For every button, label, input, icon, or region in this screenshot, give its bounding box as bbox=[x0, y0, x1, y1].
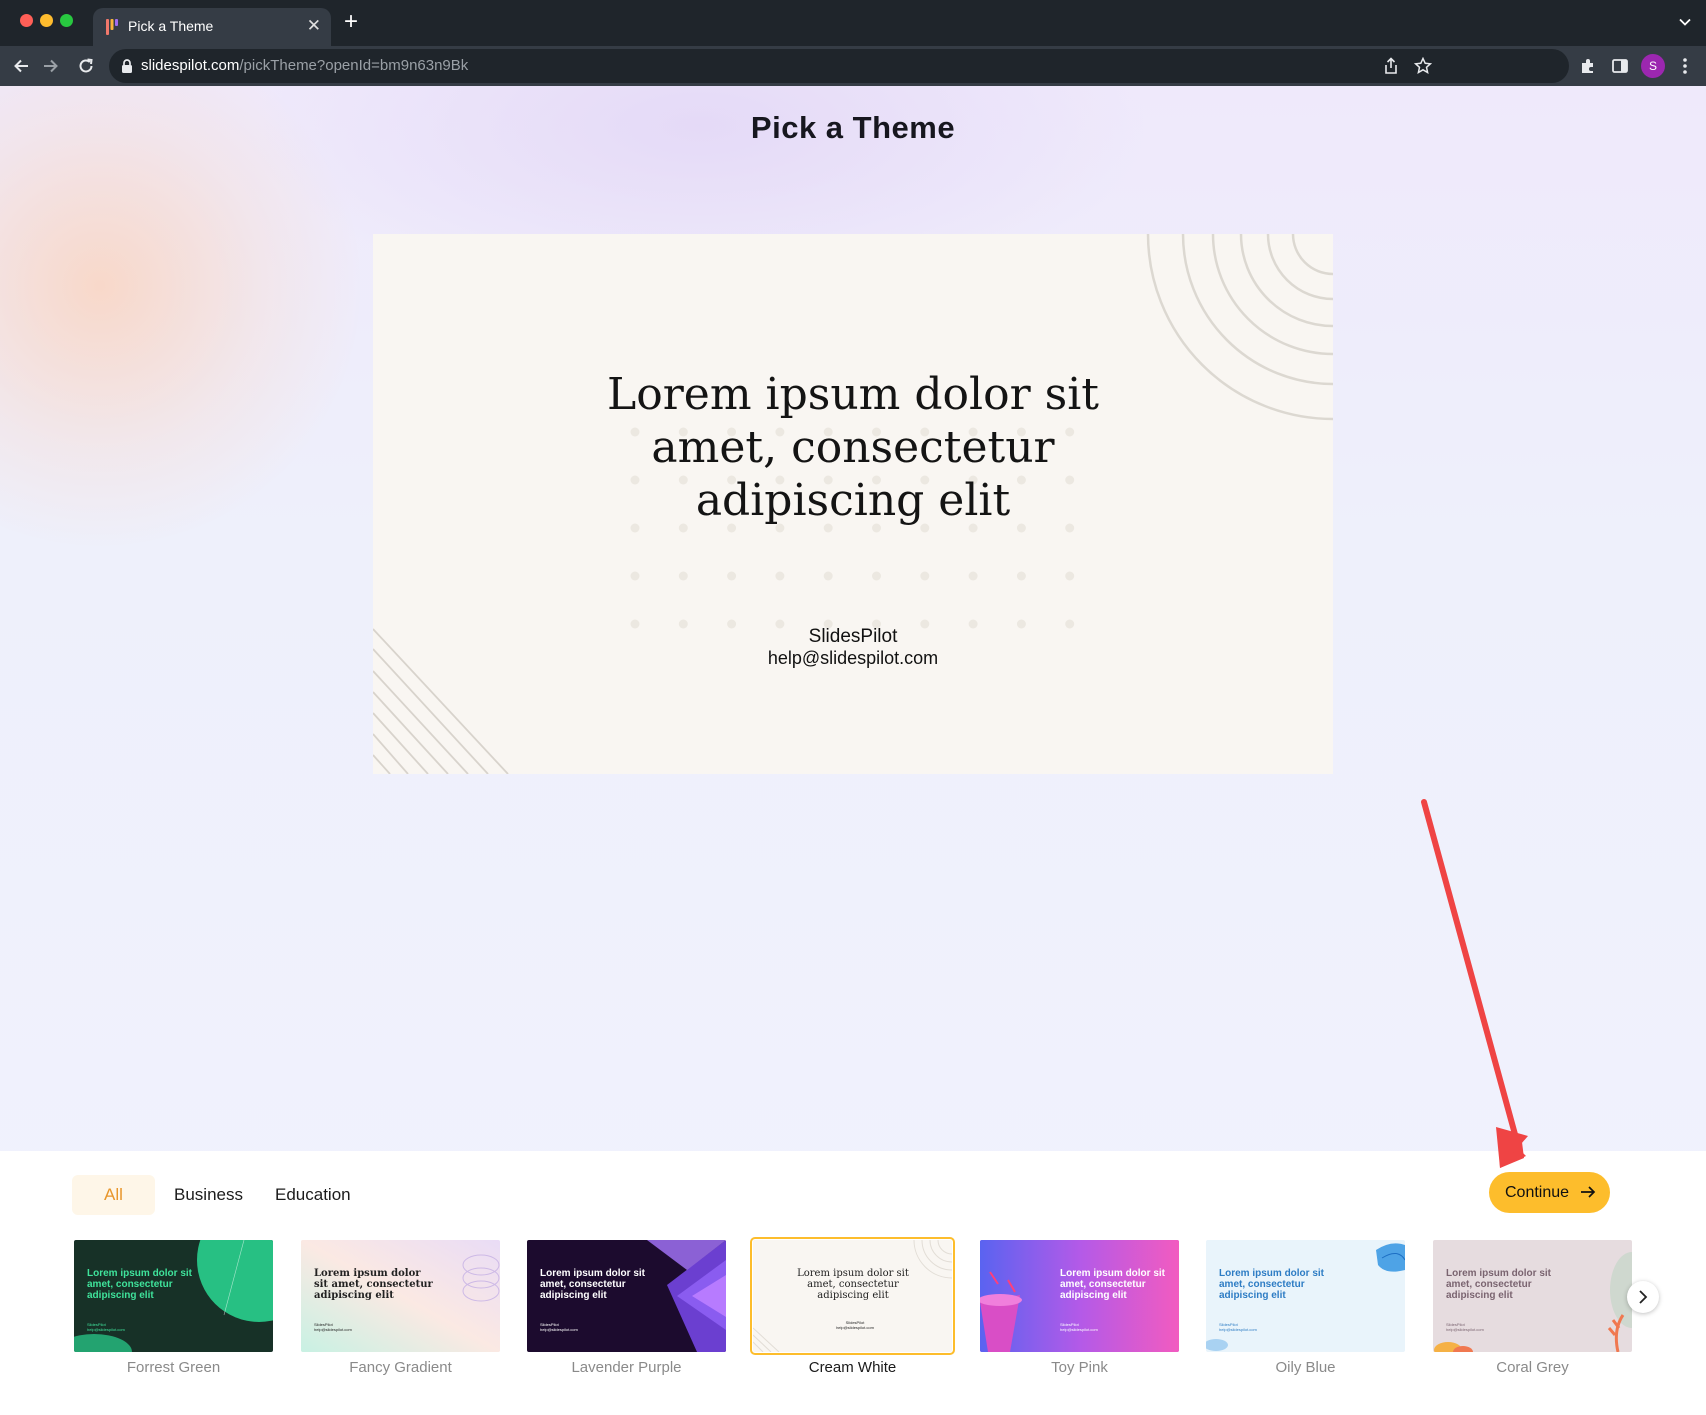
theme-name: Cream White bbox=[808, 1359, 897, 1376]
theme-thumbnail-text: Lorem ipsum dolor sit amet, consectetur … bbox=[314, 1268, 433, 1301]
theme-thumbnail[interactable]: Lorem ipsum dolor sit amet, consectetur … bbox=[301, 1240, 500, 1352]
forward-icon[interactable] bbox=[40, 56, 60, 76]
extensions-icon[interactable] bbox=[1578, 56, 1598, 76]
tab-close-icon[interactable]: ✕ bbox=[307, 16, 321, 36]
reload-icon[interactable] bbox=[76, 56, 96, 76]
theme-name: Toy Pink bbox=[1051, 1359, 1108, 1376]
preview-author: SlidesPilot bbox=[808, 626, 898, 647]
preview-heading: Lorem ipsum dolor sit amet, consectetur … bbox=[373, 368, 1333, 527]
theme-card[interactable]: Lorem ipsum dolor sit amet, consectetur … bbox=[1206, 1240, 1405, 1376]
preview-heading-line-2: amet, consectetur bbox=[651, 422, 1055, 473]
preview-email: help@slidespilot.com bbox=[767, 648, 939, 668]
more-menu-icon[interactable] bbox=[1675, 56, 1695, 76]
theme-card[interactable]: Lorem ipsum dolor sit amet, consectetur … bbox=[301, 1240, 500, 1376]
theme-name: Coral Grey bbox=[1496, 1359, 1569, 1376]
continue-label: Continue bbox=[1505, 1184, 1570, 1201]
continue-button[interactable]: Continue bbox=[1489, 1172, 1610, 1213]
theme-name: Lavender Purple bbox=[571, 1359, 682, 1376]
theme-thumbnail-footer: SlidesPilot help@slidespilot.com bbox=[540, 1322, 578, 1332]
browser-toolbar: slidespilot.com/pickTheme?openId=bm9n63n… bbox=[0, 46, 1706, 86]
filter-tab-business[interactable]: Business bbox=[174, 1175, 243, 1215]
theme-thumbnail-footer: SlidesPilot help@slidespilot.com bbox=[836, 1320, 874, 1330]
side-panel-icon[interactable] bbox=[1610, 56, 1630, 76]
theme-thumbnail-footer: SlidesPilot help@slidespilot.com bbox=[1060, 1322, 1098, 1332]
preview-heading-line-3: adipiscing elit bbox=[695, 475, 1011, 526]
theme-thumbnail-text: Lorem ipsum dolor sit amet, consectetur … bbox=[1219, 1268, 1325, 1301]
lock-icon bbox=[122, 59, 132, 73]
theme-thumbnail-text: Lorem ipsum dolor sit amet, consectetur … bbox=[1446, 1268, 1552, 1301]
minimize-window-button[interactable] bbox=[40, 14, 53, 27]
theme-thumbnail[interactable]: Lorem ipsum dolor sit amet, consectetur … bbox=[527, 1240, 726, 1352]
url-path: /pickTheme?openId=bm9n63n9Bk bbox=[239, 57, 469, 74]
theme-thumbnail[interactable]: Lorem ipsum dolor sit amet, consectetur … bbox=[74, 1240, 273, 1352]
theme-card[interactable]: Lorem ipsum dolor sit amet, consectetur … bbox=[527, 1240, 726, 1376]
theme-thumbnail-text: Lorem ipsum dolor sit amet, consectetur … bbox=[540, 1268, 646, 1301]
theme-thumbnail-text: Lorem ipsum dolor sit amet, consectetur … bbox=[1060, 1268, 1166, 1301]
url-host: slidespilot.com bbox=[141, 57, 240, 74]
theme-thumbnail[interactable]: Lorem ipsum dolor sit amet, consectetur … bbox=[980, 1240, 1179, 1352]
theme-thumbnail[interactable]: Lorem ipsum dolor sit amet, consectetur … bbox=[750, 1237, 955, 1355]
maximize-window-button[interactable] bbox=[60, 14, 73, 27]
theme-name: Fancy Gradient bbox=[349, 1359, 452, 1376]
next-themes-button[interactable] bbox=[1627, 1281, 1659, 1313]
theme-card[interactable]: Lorem ipsum dolor sit amet, consectetur … bbox=[74, 1240, 273, 1376]
theme-thumbnail-footer: SlidesPilot help@slidespilot.com bbox=[1446, 1322, 1484, 1332]
theme-card[interactable]: Lorem ipsum dolor sit amet, consectetur … bbox=[750, 1237, 955, 1376]
preview-heading-line-1: Lorem ipsum dolor sit bbox=[607, 369, 1099, 420]
theme-thumbnail-text: Lorem ipsum dolor sit amet, consectetur … bbox=[87, 1268, 193, 1301]
theme-card[interactable]: Lorem ipsum dolor sit amet, consectetur … bbox=[1433, 1240, 1632, 1376]
theme-name: Forrest Green bbox=[126, 1359, 221, 1376]
theme-thumbnail[interactable]: Lorem ipsum dolor sit amet, consectetur … bbox=[1433, 1240, 1632, 1352]
chevron-right-icon bbox=[1639, 1290, 1648, 1304]
filter-tab-all[interactable]: All bbox=[72, 1175, 155, 1215]
address-bar[interactable]: slidespilot.com/pickTheme?openId=bm9n63n… bbox=[109, 49, 1569, 83]
theme-picker-panel: All Business Education Continue Lorem ip… bbox=[0, 1151, 1706, 1415]
arrow-right-icon bbox=[1581, 1186, 1596, 1198]
bookmark-star-icon[interactable] bbox=[1414, 57, 1432, 75]
tab-pick-a-theme[interactable]: Pick a Theme ✕ bbox=[93, 8, 331, 46]
tab-bar: Pick a Theme ✕ + bbox=[0, 0, 1706, 46]
url-text: slidespilot.com/pickTheme?openId=bm9n63n… bbox=[141, 57, 468, 74]
back-icon[interactable] bbox=[12, 56, 32, 76]
slidespilot-favicon-icon bbox=[106, 19, 118, 35]
theme-thumbnail-footer: SlidesPilot help@slidespilot.com bbox=[1219, 1322, 1257, 1332]
share-icon[interactable] bbox=[1383, 57, 1399, 75]
theme-name: Oily Blue bbox=[1275, 1359, 1336, 1376]
filter-tab-education[interactable]: Education bbox=[275, 1175, 351, 1215]
tab-title: Pick a Theme bbox=[128, 18, 214, 34]
theme-card[interactable]: Lorem ipsum dolor sit amet, consectetur … bbox=[980, 1240, 1179, 1376]
theme-thumbnail[interactable]: Lorem ipsum dolor sit amet, consectetur … bbox=[1206, 1240, 1405, 1352]
theme-preview-slide: Lorem ipsum dolor sit amet, consectetur … bbox=[373, 234, 1333, 774]
theme-thumbnail-footer: SlidesPilot help@slidespilot.com bbox=[314, 1322, 352, 1332]
theme-thumbnail-text: Lorem ipsum dolor sit amet, consectetur … bbox=[797, 1268, 909, 1301]
close-window-button[interactable] bbox=[20, 14, 33, 27]
profile-avatar[interactable]: S bbox=[1641, 54, 1665, 78]
page-title: Pick a Theme bbox=[750, 110, 956, 145]
tab-search-chevron-icon[interactable] bbox=[1678, 15, 1692, 29]
theme-thumbnail-footer: SlidesPilot help@slidespilot.com bbox=[87, 1322, 125, 1332]
new-tab-button[interactable]: + bbox=[344, 10, 358, 34]
browser-window: Pick a Theme ✕ + slidespilot.com/pickThe… bbox=[0, 0, 1706, 1415]
